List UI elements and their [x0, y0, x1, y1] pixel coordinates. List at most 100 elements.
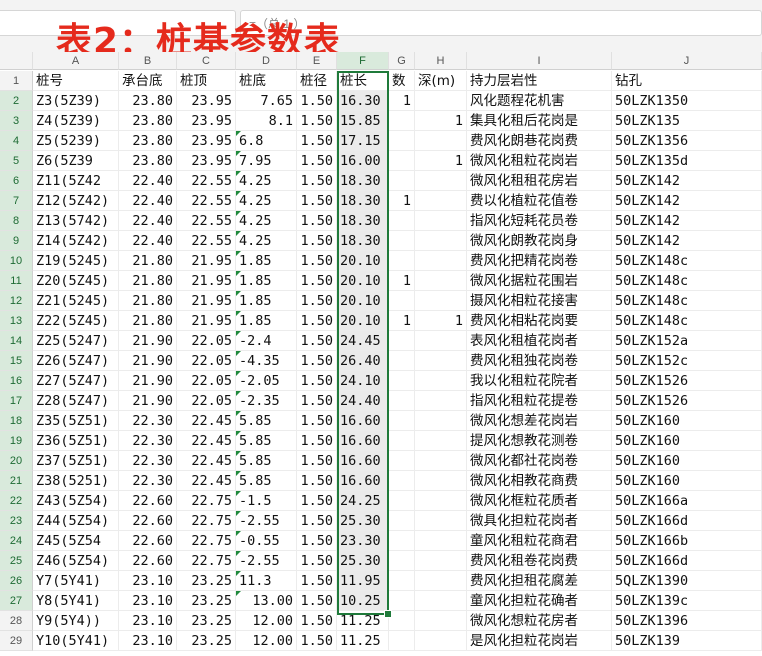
table-cell-f[interactable]: 18.30 — [337, 231, 389, 251]
column-header-g[interactable]: G — [389, 52, 415, 70]
table-cell-c[interactable]: 22.75 — [177, 491, 236, 511]
row-header[interactable]: 11 — [0, 271, 33, 291]
table-cell-h[interactable] — [415, 191, 467, 211]
table-cell-j[interactable]: 50LZK148c — [612, 271, 762, 291]
table-cell-j[interactable]: 50LZK135 — [612, 111, 762, 131]
row-header[interactable]: 21 — [0, 471, 33, 491]
row-header[interactable]: 25 — [0, 551, 33, 571]
table-cell-c[interactable]: 21.95 — [177, 311, 236, 331]
table-cell-d[interactable]: 1.85 — [236, 291, 297, 311]
table-cell-d[interactable]: -2.05 — [236, 371, 297, 391]
table-cell-f[interactable]: 11.25 — [337, 611, 389, 631]
table-cell-a[interactable]: Z43(5Z54) — [33, 491, 119, 511]
table-cell-c[interactable]: 22.45 — [177, 471, 236, 491]
table-cell-e[interactable]: 1.50 — [297, 631, 337, 651]
table-cell-f[interactable]: 25.30 — [337, 551, 389, 571]
table-cell-i[interactable]: 微具化担粒花岗者 — [467, 511, 612, 531]
column-header-a[interactable]: A — [33, 52, 119, 70]
table-cell-h[interactable]: 1 — [415, 111, 467, 131]
table-cell-g[interactable] — [389, 131, 415, 151]
table-cell-g[interactable] — [389, 171, 415, 191]
table-cell-i[interactable]: 风化题程花机害 — [467, 91, 612, 111]
table-cell-i[interactable]: 表风化租植花岗者 — [467, 331, 612, 351]
table-cell-b[interactable]: 23.10 — [119, 631, 177, 651]
table-cell-e[interactable]: 1.50 — [297, 251, 337, 271]
table-cell-h[interactable] — [415, 231, 467, 251]
table-cell-f[interactable]: 20.10 — [337, 271, 389, 291]
table-cell-h[interactable] — [415, 211, 467, 231]
table-cell-a[interactable]: Z21(5245) — [33, 291, 119, 311]
table-cell-f[interactable]: 16.60 — [337, 471, 389, 491]
table-cell-d[interactable]: 1.85 — [236, 271, 297, 291]
table-cell-c[interactable]: 21.95 — [177, 251, 236, 271]
column-header-i[interactable]: I — [467, 52, 612, 70]
table-cell-i[interactable]: 微风化框粒花质者 — [467, 491, 612, 511]
table-cell-d[interactable]: 7.95 — [236, 151, 297, 171]
table-cell-j[interactable]: 50LZK160 — [612, 411, 762, 431]
table-cell-j[interactable]: 50LZK160 — [612, 451, 762, 471]
table-cell-i[interactable]: 微风化想差花岗岩 — [467, 411, 612, 431]
table-cell-g[interactable] — [389, 371, 415, 391]
table-cell-g[interactable]: 1 — [389, 271, 415, 291]
row-header[interactable]: 7 — [0, 191, 33, 211]
table-cell-c[interactable]: 22.75 — [177, 551, 236, 571]
table-cell-j[interactable]: 50LZK166a — [612, 491, 762, 511]
table-cell-h[interactable] — [415, 431, 467, 451]
table-cell-g[interactable] — [389, 531, 415, 551]
table-cell-b[interactable]: 21.80 — [119, 251, 177, 271]
table-cell-i[interactable]: 微风化都社花岗卷 — [467, 451, 612, 471]
row-header[interactable]: 26 — [0, 571, 33, 591]
table-cell-i[interactable]: 童风化租粒花商君 — [467, 531, 612, 551]
table-cell-g[interactable] — [389, 211, 415, 231]
table-cell-j[interactable]: 50LZK142 — [612, 171, 762, 191]
table-cell-g[interactable] — [389, 631, 415, 651]
table-cell-h[interactable] — [415, 391, 467, 411]
table-cell-g[interactable]: 1 — [389, 311, 415, 331]
row-header[interactable]: 17 — [0, 391, 33, 411]
table-cell-e[interactable]: 1.50 — [297, 491, 337, 511]
table-cell-b[interactable]: 23.80 — [119, 111, 177, 131]
table-cell-h[interactable] — [415, 291, 467, 311]
table-cell-c[interactable]: 21.95 — [177, 291, 236, 311]
column-header-b[interactable]: B — [119, 52, 177, 70]
table-cell-h[interactable] — [415, 491, 467, 511]
table-cell-f[interactable]: 16.60 — [337, 411, 389, 431]
table-cell-c[interactable]: 22.55 — [177, 211, 236, 231]
table-cell-b[interactable]: 22.40 — [119, 191, 177, 211]
table-cell-e[interactable]: 1.50 — [297, 151, 337, 171]
table-cell-e[interactable]: 1.50 — [297, 431, 337, 451]
table-cell-j[interactable]: 50LZK1356 — [612, 131, 762, 151]
table-cell-j[interactable]: 50LZK1350 — [612, 91, 762, 111]
column-header-e[interactable]: E — [297, 52, 337, 70]
table-cell-a[interactable]: Z6(5Z39 — [33, 151, 119, 171]
row-header[interactable]: 5 — [0, 151, 33, 171]
table-cell-g[interactable] — [389, 591, 415, 611]
table-cell-h[interactable] — [415, 591, 467, 611]
row-header[interactable]: 23 — [0, 511, 33, 531]
table-cell-c[interactable]: 22.05 — [177, 331, 236, 351]
table-cell-c[interactable]: 23.25 — [177, 571, 236, 591]
table-cell-i[interactable]: 是风化担粒花岗岩 — [467, 631, 612, 651]
table-cell-c[interactable]: 23.25 — [177, 611, 236, 631]
row-header[interactable]: 6 — [0, 171, 33, 191]
table-cell-a[interactable]: Z12(5Z42) — [33, 191, 119, 211]
table-cell-a[interactable]: Z14(5Z42) — [33, 231, 119, 251]
table-cell-h[interactable]: 1 — [415, 151, 467, 171]
table-cell-d[interactable]: 5.85 — [236, 411, 297, 431]
table-cell-h[interactable] — [415, 511, 467, 531]
table-cell-c[interactable]: 21.95 — [177, 271, 236, 291]
header-cell-e[interactable]: 桩径 — [297, 71, 337, 91]
table-cell-f[interactable]: 15.85 — [337, 111, 389, 131]
table-cell-a[interactable]: Z26(5Z47) — [33, 351, 119, 371]
table-cell-e[interactable]: 1.50 — [297, 511, 337, 531]
table-cell-h[interactable] — [415, 271, 467, 291]
table-cell-b[interactable]: 21.90 — [119, 371, 177, 391]
table-cell-a[interactable]: Z5(5239) — [33, 131, 119, 151]
table-cell-d[interactable]: 13.00 — [236, 591, 297, 611]
table-cell-j[interactable]: 50LZK160 — [612, 471, 762, 491]
table-cell-e[interactable]: 1.50 — [297, 451, 337, 471]
table-cell-c[interactable]: 22.75 — [177, 511, 236, 531]
table-cell-i[interactable]: 费风化相粘花岗要 — [467, 311, 612, 331]
header-cell-g[interactable]: 数 — [389, 71, 415, 91]
table-cell-g[interactable] — [389, 471, 415, 491]
